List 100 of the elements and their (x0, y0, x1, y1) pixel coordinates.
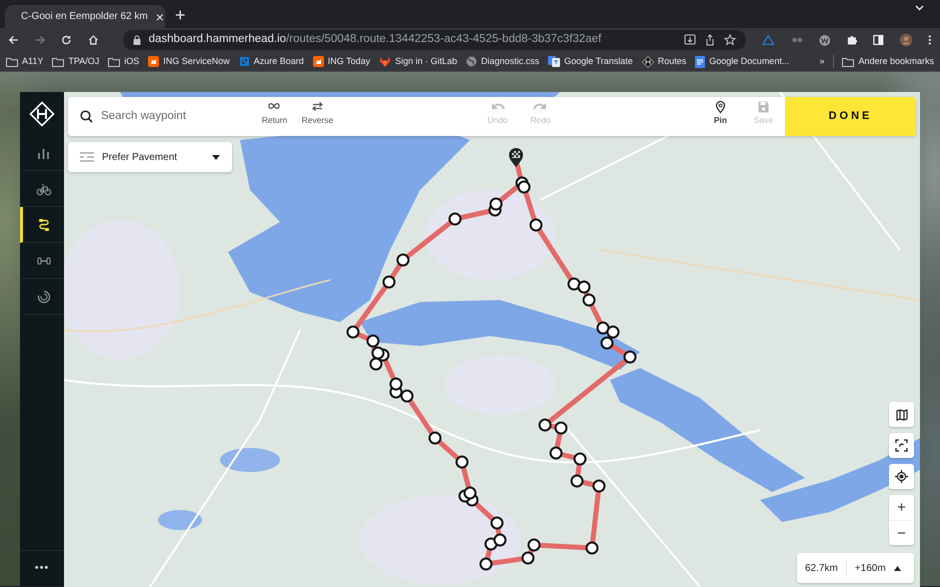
folder-icon (108, 56, 120, 66)
waypoint-marker[interactable] (400, 390, 414, 402)
bookmark[interactable]: iOS (108, 54, 140, 68)
waypoint-marker[interactable] (490, 516, 504, 530)
back-arrow-icon[interactable] (8, 34, 19, 46)
waypoint-marker[interactable] (396, 254, 410, 266)
elevation-value: +160m (846, 560, 894, 576)
waypoint-marker[interactable] (528, 538, 540, 552)
waypoint-marker[interactable] (346, 326, 360, 338)
bookmark[interactable]: ING ServiceNow (148, 54, 230, 68)
bookmarks-overflow-button[interactable]: » (819, 54, 824, 68)
address-bar[interactable]: dashboard.hammerhead.io/routes/50048.route.13442253-ac43-4525-bdd8-3b37c3f32aef (122, 30, 746, 50)
waypoint-marker[interactable] (538, 418, 552, 432)
document-icon (695, 56, 706, 68)
waypoint-marker[interactable] (370, 358, 382, 370)
tab-title: C-Gooi en Eempolder 62 km (21, 10, 148, 24)
waypoint-marker[interactable] (554, 422, 568, 434)
waypoint-marker[interactable] (382, 276, 396, 288)
chevron-down-icon[interactable] (915, 4, 924, 11)
folder-icon (842, 56, 854, 66)
search-icon (80, 110, 93, 123)
bookmark[interactable]: A11Y (6, 54, 44, 68)
locate-button[interactable] (889, 464, 914, 489)
tab-close-button[interactable]: × (156, 10, 164, 24)
waypoint-marker[interactable] (366, 334, 380, 348)
waypoint-marker[interactable] (428, 432, 442, 444)
diamond-logo-icon (642, 56, 654, 68)
bookmark-folder[interactable]: Andere bookmarks (833, 54, 934, 68)
reload-icon[interactable] (61, 34, 72, 46)
folded-map-icon (896, 408, 908, 420)
bookmark[interactable]: ING Today (312, 54, 370, 68)
waypoint-marker[interactable] (586, 542, 598, 554)
waypoint-marker[interactable] (480, 558, 492, 570)
bookmark[interactable]: Google Document... (695, 54, 790, 68)
finish-flag-pin-icon[interactable] (509, 148, 523, 167)
fit-route-button[interactable] (889, 433, 914, 458)
bookmark[interactable]: TPA/OJ (52, 54, 100, 68)
waypoint-marker[interactable] (456, 456, 468, 468)
reverse-button[interactable]: Reverse (296, 97, 339, 136)
forward-arrow-icon[interactable] (34, 34, 46, 46)
map-style-button[interactable] (889, 402, 914, 427)
waypoint-marker[interactable] (464, 486, 476, 500)
waypoint-marker[interactable] (600, 336, 614, 350)
browser-tab[interactable]: C-Gooi en Eempolder 62 km × (5, 5, 165, 28)
avatar-icon[interactable] (900, 33, 912, 47)
done-button[interactable]: DONE (785, 97, 916, 136)
waypoint-marker[interactable] (582, 294, 596, 306)
board-icon (238, 56, 250, 67)
route-preference-dropdown[interactable]: Prefer Pavement (68, 142, 232, 172)
logo-icon[interactable] (29, 100, 55, 126)
waypoint-marker[interactable] (574, 452, 586, 466)
waypoint-marker[interactable] (490, 198, 502, 210)
map-pin-icon (713, 100, 728, 114)
waypoint-marker[interactable] (448, 212, 462, 226)
waypoint-marker[interactable] (530, 218, 542, 232)
caret-up-icon[interactable] (894, 566, 901, 570)
puzzle-icon[interactable] (846, 34, 858, 46)
waypoint-marker[interactable] (570, 474, 584, 488)
search-field[interactable]: Search waypoint (101, 108, 241, 126)
sliders-icon (80, 152, 94, 162)
share-icon[interactable] (704, 34, 716, 46)
waypoint-marker[interactable] (606, 326, 620, 338)
triangle-icon[interactable] (762, 34, 775, 46)
folder-icon (52, 56, 64, 66)
folder-icon (6, 56, 18, 66)
lock-icon (132, 35, 141, 45)
bookmark[interactable]: Routes (642, 54, 686, 68)
waypoint-marker[interactable] (518, 180, 530, 194)
kebab-menu-icon[interactable] (928, 34, 932, 46)
new-tab-button[interactable]: + (171, 6, 190, 24)
bookmark[interactable]: Azure Board (238, 54, 304, 68)
waypoint-marker[interactable] (578, 280, 590, 294)
home-icon[interactable] (88, 34, 99, 46)
crosshair-icon (895, 470, 908, 483)
waypoint-marker[interactable] (372, 346, 384, 360)
waypoint-marker[interactable] (624, 350, 636, 364)
pin-button[interactable]: Pin (699, 97, 742, 136)
waypoint-marker[interactable] (596, 322, 610, 334)
distance-value: 62.7km (804, 562, 839, 576)
waypoint-marker[interactable] (390, 378, 402, 390)
fox-icon (379, 56, 392, 67)
zoom-out-button[interactable]: − (889, 520, 914, 545)
sidebar-icon[interactable] (873, 34, 884, 46)
waypoint-marker[interactable] (522, 552, 534, 564)
glasses-icon[interactable] (790, 35, 804, 45)
bookmark[interactable]: Sign in · GitLab (379, 54, 458, 68)
install-icon[interactable] (684, 34, 696, 46)
bookmark[interactable]: Diagnostic.css (466, 54, 540, 68)
waypoint-marker[interactable] (592, 480, 606, 492)
frame-corners-icon (895, 439, 908, 452)
star-icon[interactable] (724, 34, 736, 46)
zoom-in-button[interactable]: + (889, 495, 914, 520)
w-circle-icon[interactable] (819, 34, 831, 46)
caret-down-icon (212, 154, 220, 160)
arc-icon (36, 288, 52, 304)
return-button[interactable]: Return (253, 97, 296, 136)
waypoint-marker[interactable] (550, 446, 562, 460)
waypoint-marker[interactable] (494, 534, 506, 546)
bookmark[interactable]: Google Translate (548, 54, 633, 68)
lion-icon (148, 56, 160, 67)
